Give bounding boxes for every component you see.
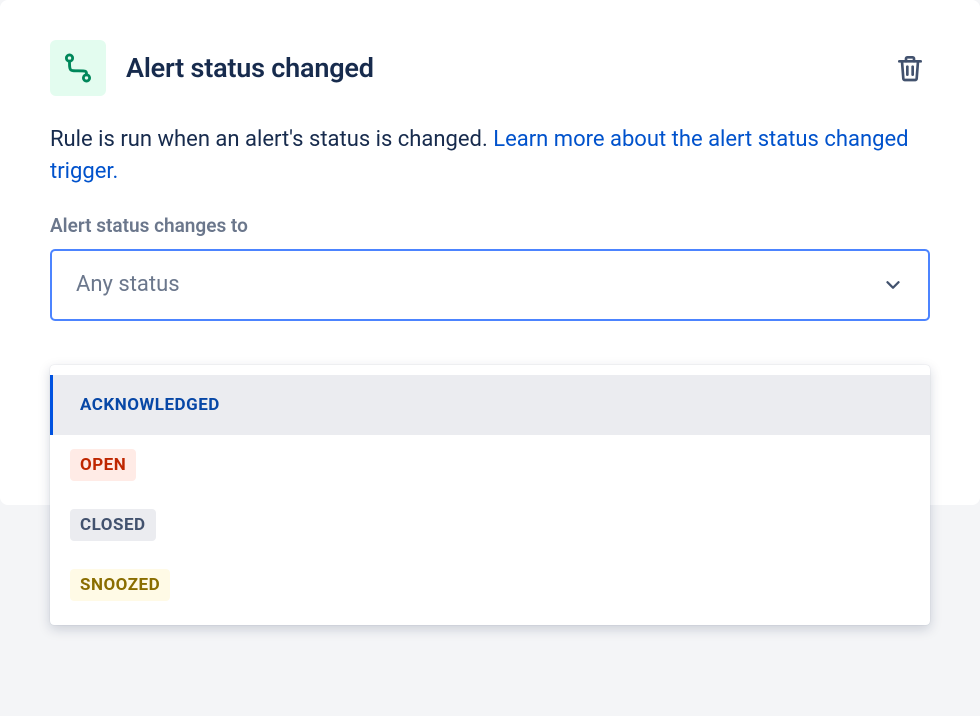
trash-icon (894, 52, 926, 84)
header-left: Alert status changed (50, 40, 374, 96)
lozenge-snoozed: SNOOZED (70, 569, 170, 601)
field-label: Alert status changes to (50, 214, 930, 237)
status-select[interactable]: Any status (50, 249, 930, 321)
option-acknowledged[interactable]: ACKNOWLEDGED (50, 375, 930, 435)
trigger-title: Alert status changed (126, 52, 374, 84)
option-snoozed[interactable]: SNOOZED (50, 555, 930, 615)
chevron-down-icon (882, 274, 904, 296)
trigger-icon-box (50, 40, 106, 96)
option-open[interactable]: OPEN (50, 435, 930, 495)
lozenge-closed: CLOSED (70, 509, 156, 541)
branch-icon (61, 51, 95, 85)
delete-button[interactable] (890, 48, 930, 88)
lozenge-acknowledged: ACKNOWLEDGED (70, 389, 230, 421)
trigger-config-card: Alert status changed Rule is run when an… (0, 0, 980, 505)
lozenge-open: OPEN (70, 449, 136, 481)
status-dropdown: ACKNOWLEDGED OPEN CLOSED SNOOZED (50, 365, 930, 625)
header-row: Alert status changed (50, 40, 930, 96)
description-text: Rule is run when an alert's status is ch… (50, 127, 493, 152)
option-closed[interactable]: CLOSED (50, 495, 930, 555)
trigger-description: Rule is run when an alert's status is ch… (50, 124, 930, 188)
select-placeholder: Any status (76, 272, 180, 297)
